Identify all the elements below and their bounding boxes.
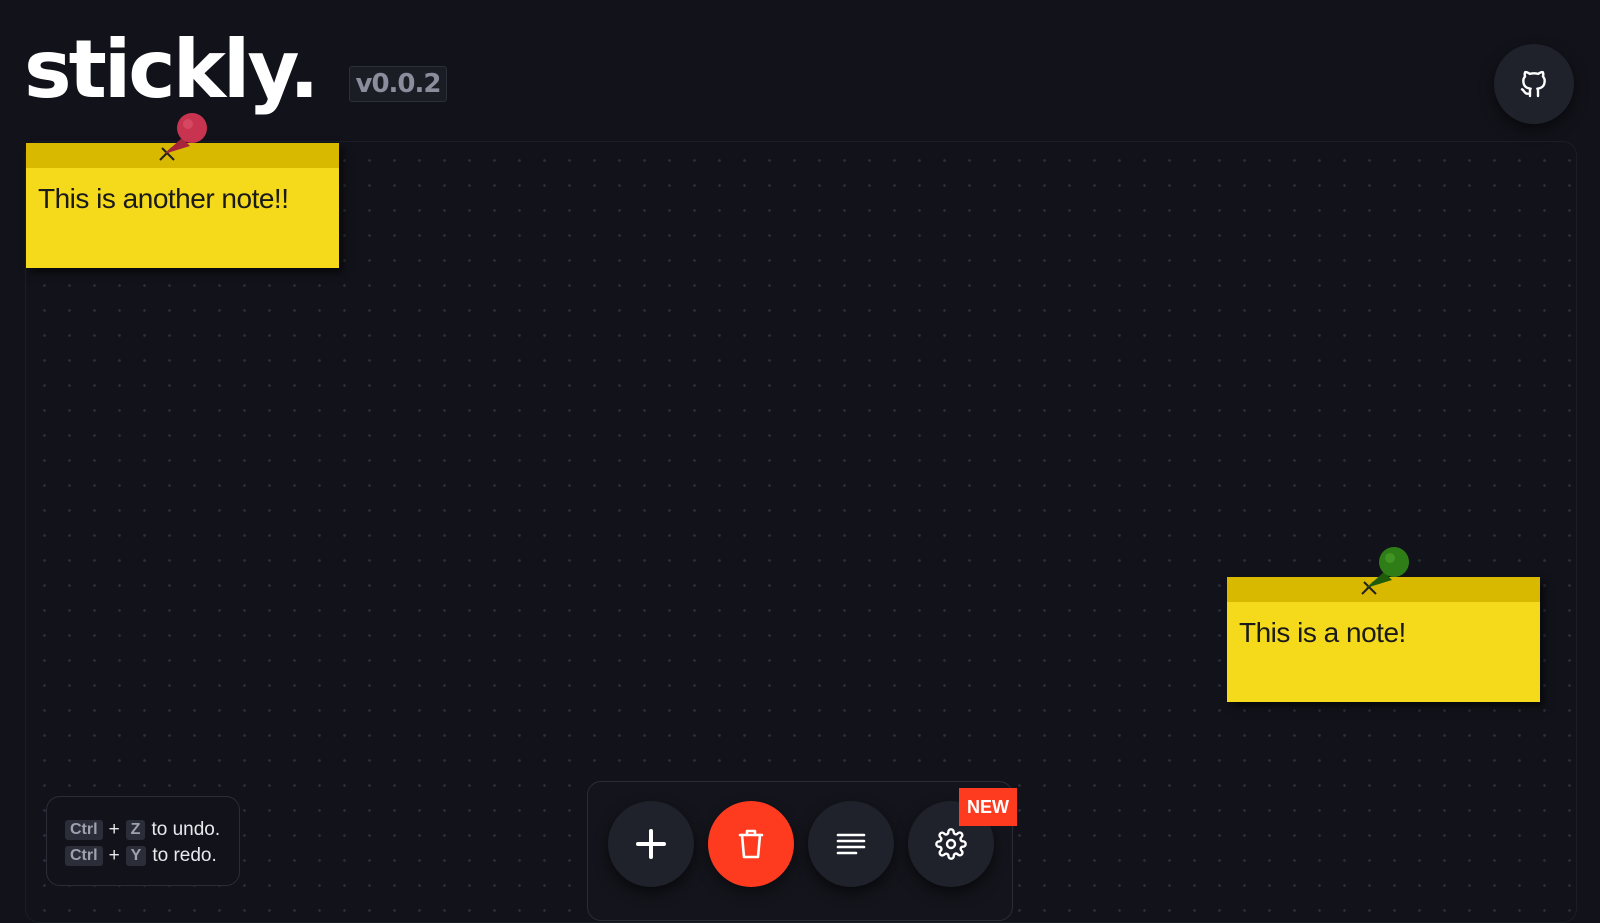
gear-icon	[935, 828, 967, 860]
github-icon	[1520, 70, 1546, 98]
github-button[interactable]	[1494, 44, 1574, 124]
version-badge: v0.0.2	[349, 66, 447, 102]
new-badge: NEW	[959, 788, 1017, 826]
redo-hint: Ctrl + Y to redo.	[65, 843, 239, 869]
undo-label: to undo.	[151, 819, 221, 840]
redo-label: to redo.	[152, 845, 217, 866]
y-key: Y	[125, 846, 147, 866]
app-logo: stickly.	[24, 23, 320, 116]
pushpin-icon	[159, 113, 207, 161]
delete-notes-button[interactable]	[708, 801, 794, 887]
plus-sign: +	[108, 845, 120, 866]
z-key: Z	[125, 820, 146, 840]
plus-icon	[636, 829, 666, 859]
ctrl-key: Ctrl	[65, 820, 103, 840]
arrange-notes-button[interactable]	[808, 801, 894, 887]
shortcut-hints: Ctrl + Z to undo. Ctrl + Y to redo.	[46, 796, 240, 886]
trash-icon	[738, 829, 764, 859]
pushpin-icon	[1361, 547, 1409, 595]
note-text[interactable]: This is another note!!	[26, 168, 339, 230]
note-text[interactable]: This is a note!	[1227, 602, 1540, 664]
plus-sign: +	[108, 819, 120, 840]
bottom-toolbar: NEW	[587, 781, 1017, 921]
ctrl-key: Ctrl	[65, 846, 103, 866]
align-lines-icon	[836, 833, 866, 855]
undo-hint: Ctrl + Z to undo.	[65, 817, 239, 843]
add-note-button[interactable]	[608, 801, 694, 887]
